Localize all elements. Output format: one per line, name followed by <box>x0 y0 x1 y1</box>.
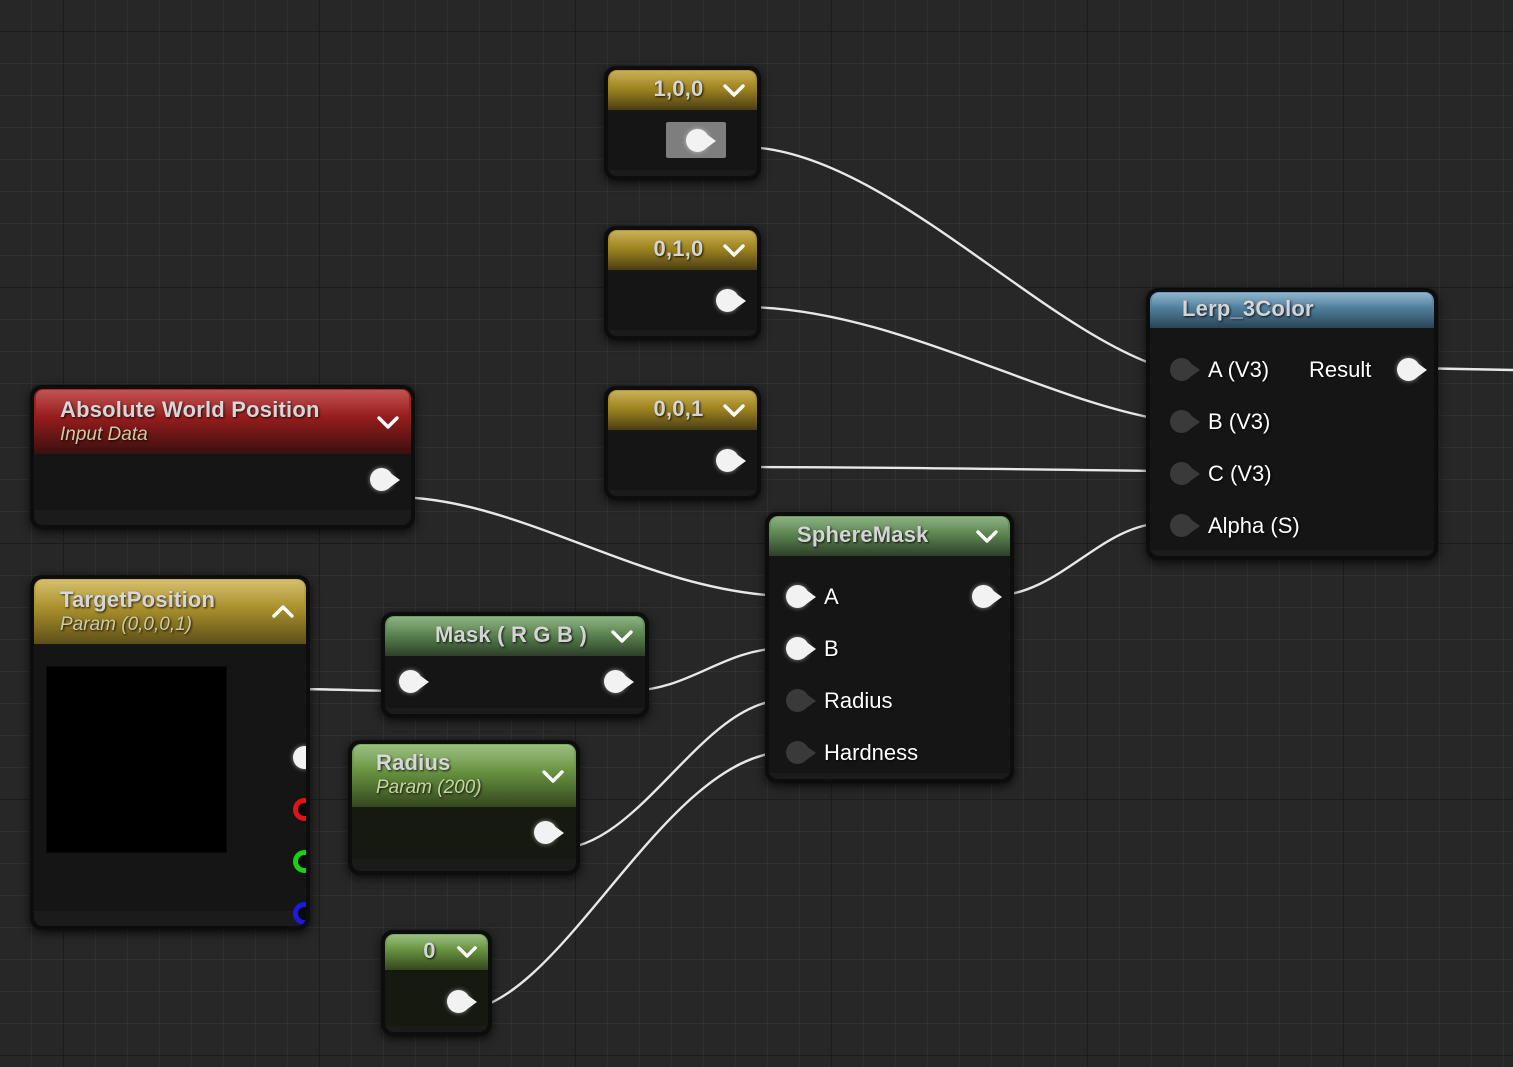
input-label-hardness: Hardness <box>824 739 919 765</box>
node-lerp-3color[interactable]: Lerp_3Color A (V3) B (V3) C (V3) Alpha (… <box>1146 288 1438 560</box>
node-title: TargetPosition <box>60 587 216 612</box>
input-pin-a-arrow <box>1189 361 1200 378</box>
node-title: Radius <box>376 750 451 775</box>
input-pin-b-arrow <box>805 640 816 657</box>
output-pin-b[interactable] <box>293 902 306 926</box>
node-mask-rgb[interactable]: Mask ( R G B ) <box>381 612 649 718</box>
chevron-down-icon[interactable] <box>376 414 400 430</box>
input-pin-b-arrow <box>1189 413 1200 430</box>
input-label-c: C (V3) <box>1208 460 1272 486</box>
chevron-down-icon[interactable] <box>722 242 746 258</box>
output-pin-arrow <box>553 825 564 842</box>
input-label-b: B <box>824 635 839 661</box>
input-label-radius: Radius <box>824 687 893 713</box>
input-pin-arrow <box>418 673 429 690</box>
node-header[interactable]: SphereMask <box>769 516 1010 556</box>
color-preview-swatch <box>46 666 227 854</box>
node-radius-param[interactable]: Radius Param (200) <box>348 740 580 875</box>
input-pin-c-arrow <box>1189 465 1200 482</box>
node-title: Mask ( R G B ) <box>435 622 587 647</box>
chevron-up-icon[interactable] <box>271 604 295 620</box>
node-header[interactable]: 0,1,0 <box>608 230 757 270</box>
wire-const001-to-lerpC <box>742 465 1165 473</box>
node-header[interactable]: Radius Param (200) <box>352 744 576 808</box>
wire-const010-to-lerpB <box>742 305 1165 422</box>
output-pin-g[interactable] <box>293 850 306 874</box>
input-pin-radius-arrow <box>805 692 816 709</box>
node-subtitle: Param (0,0,0,1) <box>60 613 192 635</box>
input-label-a: A (V3) <box>1208 356 1270 382</box>
wire-spheremask-to-lerpAlpha <box>990 521 1165 598</box>
node-sphere-mask[interactable]: SphereMask A B Radius Hardness <box>765 512 1014 783</box>
input-pin-a-arrow <box>805 588 816 605</box>
output-label-result: Result <box>1309 356 1372 382</box>
output-pin-arrow <box>705 132 716 149</box>
wire-awp-to-spheremaskA <box>392 495 783 598</box>
output-pin-r[interactable] <box>293 798 306 822</box>
node-target-position[interactable]: TargetPosition Param (0,0,0,1) <box>30 575 310 930</box>
output-pin-arrow <box>466 993 477 1010</box>
chevron-down-icon[interactable] <box>722 82 746 98</box>
node-const-0-1-0[interactable]: 0,1,0 <box>604 226 761 340</box>
chevron-down-icon[interactable] <box>541 768 565 784</box>
material-graph-canvas[interactable]: 1,0,0 0,1,0 0,0,1 Absolute World Positio… <box>0 0 1513 1067</box>
input-label-alpha: Alpha (S) <box>1208 512 1300 538</box>
node-const-zero[interactable]: 0 <box>381 930 492 1036</box>
wire-radius-to-spheremaskRadius <box>555 698 783 851</box>
chevron-down-icon[interactable] <box>722 402 746 418</box>
node-header[interactable]: Absolute World Position Input Data <box>34 389 411 455</box>
output-pin-arrow <box>389 472 400 489</box>
chevron-down-icon[interactable] <box>975 528 999 544</box>
wire-mask-to-spheremaskB <box>625 646 783 693</box>
output-pin-arrow <box>623 673 634 690</box>
node-const-0-0-1[interactable]: 0,0,1 <box>604 386 761 500</box>
node-header[interactable]: Mask ( R G B ) <box>385 616 645 656</box>
node-title: SphereMask <box>797 522 929 547</box>
input-label-b: B (V3) <box>1208 408 1271 434</box>
input-pin-hardness-arrow <box>805 744 816 761</box>
node-title: Lerp_3Color <box>1182 296 1314 321</box>
node-title: Absolute World Position <box>60 397 320 422</box>
node-const-1-0-0[interactable]: 1,0,0 <box>604 66 761 180</box>
input-pin-alpha-arrow <box>1189 517 1200 534</box>
chevron-down-icon[interactable] <box>456 944 480 960</box>
output-pin-arrow <box>1416 361 1427 378</box>
node-header[interactable]: 0,0,1 <box>608 390 757 430</box>
node-header[interactable]: 1,0,0 <box>608 70 757 110</box>
node-header[interactable]: Lerp_3Color <box>1150 292 1434 328</box>
output-pin-arrow <box>735 452 746 469</box>
output-pin-arrow <box>735 292 746 309</box>
node-subtitle: Input Data <box>60 423 148 445</box>
output-pin-rgba[interactable] <box>293 746 306 770</box>
wire-const100-to-lerpA <box>742 145 1165 370</box>
chevron-down-icon[interactable] <box>610 628 634 644</box>
input-label-a: A <box>824 583 839 609</box>
output-pin-arrow <box>991 588 1002 605</box>
node-absolute-world-position[interactable]: Absolute World Position Input Data <box>30 385 415 529</box>
node-header[interactable]: TargetPosition Param (0,0,0,1) <box>34 579 306 645</box>
node-subtitle: Param (200) <box>376 776 482 798</box>
node-header[interactable]: 0 <box>385 934 488 970</box>
